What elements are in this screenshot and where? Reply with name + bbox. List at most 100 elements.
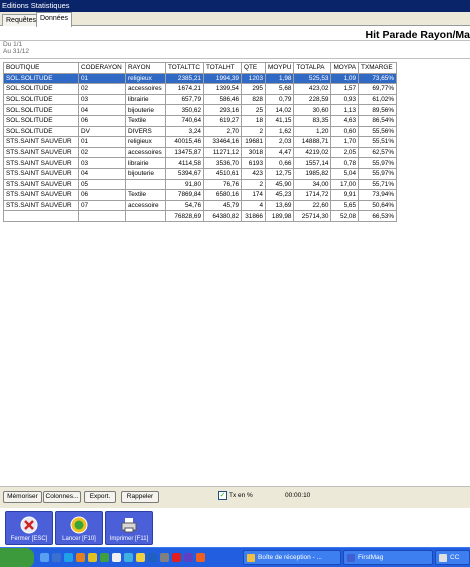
table-row[interactable]: STS.SAINT SAUVEUR 02 accessoires 13475,87 11…: [3, 146, 398, 159]
tx-percent-checkbox[interactable]: ✓: [218, 491, 227, 500]
table-cell: 3018: [241, 146, 266, 159]
table-cell: 03: [78, 157, 126, 169]
column-header[interactable]: BOUTIQUE: [3, 62, 79, 74]
table-cell: 2,05: [330, 146, 360, 159]
close-icon: [20, 516, 38, 534]
table-cell: 2: [241, 178, 266, 191]
table-row[interactable]: STS.SAINT SAUVEUR 07 accessoire 54,76 45,79 4…: [3, 199, 398, 212]
app-icon[interactable]: [160, 553, 169, 562]
table-cell: 50,64%: [358, 199, 398, 212]
tab-donnees[interactable]: Données: [36, 12, 73, 27]
firefox-icon[interactable]: [76, 553, 85, 562]
table-cell: 619,27: [203, 114, 242, 127]
table-row[interactable]: SOL.SOLITUDE 03 librairie 657,79 586,46 828 0,…: [3, 93, 398, 106]
column-header[interactable]: TOTALTTC: [165, 62, 204, 74]
table-cell: 1994,39: [203, 72, 242, 85]
table-cell: 55,71%: [358, 178, 398, 191]
table-cell: librairie: [125, 93, 166, 106]
table-cell: 02: [78, 146, 126, 159]
print-button[interactable]: Imprimer [F11]: [105, 511, 153, 545]
table-cell: 1,70: [330, 136, 360, 148]
app-icon[interactable]: [100, 553, 109, 562]
table-row[interactable]: SOL.SOLITUDE 01 religieux 2385,21 1994,39 120…: [3, 72, 398, 85]
table-row[interactable]: SOL.SOLITUDE 04 bijouterie 350,62 293,16 25 14…: [3, 104, 398, 116]
table-cell: [125, 210, 166, 222]
table-cell: 350,62: [165, 104, 204, 116]
table-row[interactable]: STS.SAINT SAUVEUR 05 91,80 76,76 2 45,90 34,00…: [3, 178, 398, 191]
table-cell: 62,57%: [358, 146, 398, 159]
table-cell: 4510,61: [203, 167, 242, 180]
columns-button[interactable]: Colonnes...: [43, 491, 81, 503]
column-header[interactable]: TOTALPA: [293, 62, 332, 74]
table-cell: 828: [241, 93, 266, 106]
rappeler-button[interactable]: Rappeler: [121, 491, 159, 503]
table-cell: 1203: [241, 72, 266, 85]
table-cell: SOL.SOLITUDE: [3, 114, 79, 127]
table-total-row[interactable]: 76828,69 64380,82 31866 189,98 25714,30 52,08…: [3, 210, 398, 222]
tab-requetes[interactable]: Requêtes: [2, 14, 40, 26]
desktop-icon[interactable]: [40, 553, 49, 562]
date-from: Du 1/1: [3, 41, 23, 48]
table-cell: accessoire: [125, 199, 166, 212]
table-row[interactable]: STS.SAINT SAUVEUR 03 librairie 4114,58 3536,…: [3, 157, 398, 169]
column-header[interactable]: MOYPA: [330, 62, 360, 74]
table-cell: 69,77%: [358, 83, 398, 95]
table-cell: 6580,16: [203, 189, 242, 201]
column-header[interactable]: RAYON: [125, 62, 166, 74]
table-cell: 4: [241, 199, 266, 212]
table-row[interactable]: STS.SAINT SAUVEUR 01 religieux 40015,46 3346…: [3, 136, 398, 148]
app-icon[interactable]: [196, 553, 205, 562]
table-row[interactable]: SOL.SOLITUDE 02 accessoires 1674,21 1399,54 2…: [3, 83, 398, 95]
column-header[interactable]: TOTALHT: [203, 62, 242, 74]
table-cell: STS.SAINT SAUVEUR: [3, 199, 79, 212]
app-icon[interactable]: [184, 553, 193, 562]
report-area: Hit Parade Rayon/Ma Du 1/1 Au 31/12 BOUT…: [0, 26, 470, 486]
table-cell: accessoires: [125, 83, 166, 95]
column-header[interactable]: QTE: [241, 62, 266, 74]
launch-icon: [70, 516, 88, 534]
table-cell: 14888,71: [293, 136, 332, 148]
column-header[interactable]: TXMARGE: [358, 62, 398, 74]
table-cell: 5394,67: [165, 167, 204, 180]
table-cell: Textile: [125, 114, 166, 127]
column-header[interactable]: CODERAYON: [78, 62, 126, 74]
task-inbox[interactable]: Boîte de réception - ...: [243, 550, 341, 565]
table-cell: 0,93: [330, 93, 360, 106]
table-row[interactable]: SOL.SOLITUDE DV DIVERS 3,24 2,70 2 1,62 1,20 0,6…: [3, 125, 398, 138]
memoriser-button[interactable]: Mémoriser: [3, 491, 42, 503]
table-row[interactable]: STS.SAINT SAUVEUR 06 Textile 7869,84 6580,16…: [3, 189, 398, 201]
table-cell: 9,91: [330, 189, 360, 201]
task-cc[interactable]: CC: [435, 550, 470, 565]
app-icon[interactable]: [124, 553, 133, 562]
table-cell: 17,00: [330, 178, 360, 191]
table-row[interactable]: STS.SAINT SAUVEUR 04 bijouterie 5394,67 4510…: [3, 167, 398, 180]
app-icon[interactable]: [136, 553, 145, 562]
ie-icon[interactable]: [64, 553, 73, 562]
start-button[interactable]: [0, 548, 34, 567]
task-firstmag[interactable]: FirstMag: [343, 550, 433, 565]
table-cell: SOL.SOLITUDE: [3, 104, 79, 116]
app-icon[interactable]: [172, 553, 181, 562]
table-cell: 5,04: [330, 167, 360, 180]
app-icon[interactable]: [112, 553, 121, 562]
table-cell: 11271,12: [203, 146, 242, 159]
explorer-icon[interactable]: [52, 553, 61, 562]
table-cell: 04: [78, 167, 126, 180]
column-header[interactable]: MOYPU: [264, 62, 295, 74]
table-cell: 07: [78, 199, 126, 212]
action-bar: Fermer [ESC] Lancer [F10] Imprimer [F11]: [0, 508, 470, 547]
print-button-label: Imprimer [F11]: [109, 536, 149, 542]
table-row[interactable]: SOL.SOLITUDE 06 Textile 740,64 619,27 18 41,15…: [3, 114, 398, 127]
table-cell: 52,08: [330, 210, 360, 222]
launch-button[interactable]: Lancer [F10]: [55, 511, 103, 545]
mail-icon[interactable]: [88, 553, 97, 562]
export-button[interactable]: Export.: [84, 491, 116, 503]
table-cell: 45,23: [264, 189, 295, 201]
table-cell: 64380,82: [203, 210, 242, 222]
table-cell: 06: [78, 114, 126, 127]
app-icon[interactable]: [148, 553, 157, 562]
table-cell: 40015,46: [165, 136, 204, 148]
close-button[interactable]: Fermer [ESC]: [5, 511, 53, 545]
table-cell: 2,70: [203, 125, 242, 138]
table-cell: 1714,72: [293, 189, 332, 201]
